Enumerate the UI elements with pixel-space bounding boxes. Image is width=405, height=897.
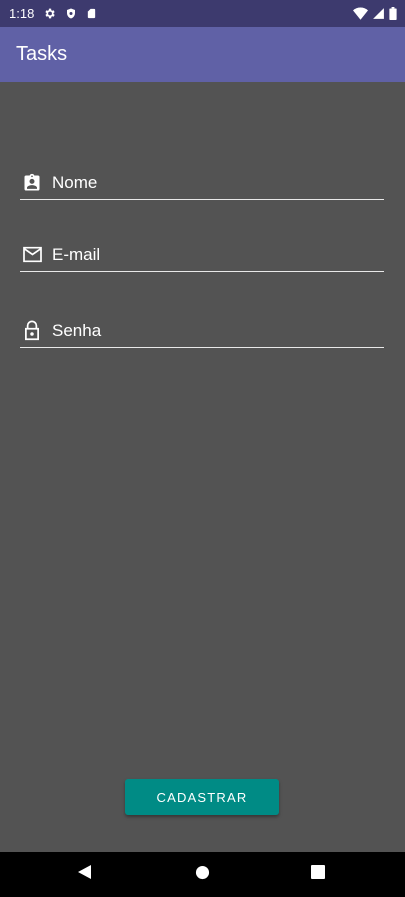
sd-card-icon xyxy=(86,7,97,20)
contact-badge-icon xyxy=(21,172,43,194)
name-field xyxy=(20,166,384,200)
email-input[interactable] xyxy=(52,244,384,265)
back-button[interactable] xyxy=(55,852,115,897)
gear-icon xyxy=(43,7,56,20)
status-left: 1:18 xyxy=(9,6,97,21)
mail-icon xyxy=(21,244,43,266)
lock-icon xyxy=(21,320,43,342)
app-bar: Tasks xyxy=(0,27,405,82)
password-field xyxy=(20,314,384,348)
password-input[interactable] xyxy=(52,320,384,341)
home-button[interactable] xyxy=(172,852,232,897)
signal-icon xyxy=(372,7,385,20)
status-right xyxy=(353,7,397,20)
shield-icon xyxy=(65,7,77,20)
app-title: Tasks xyxy=(16,43,68,65)
navigation-bar xyxy=(0,852,405,897)
battery-icon xyxy=(389,7,397,20)
email-field xyxy=(20,238,384,272)
recents-button[interactable] xyxy=(288,852,348,897)
recents-icon xyxy=(311,865,325,884)
register-button[interactable]: CADASTRAR xyxy=(125,779,279,815)
name-input[interactable] xyxy=(52,172,384,193)
status-bar: 1:18 xyxy=(0,0,405,27)
back-icon xyxy=(77,864,93,885)
status-time: 1:18 xyxy=(9,6,35,21)
home-icon xyxy=(195,865,210,885)
register-form: CADASTRAR xyxy=(0,82,405,852)
wifi-icon xyxy=(353,7,368,20)
